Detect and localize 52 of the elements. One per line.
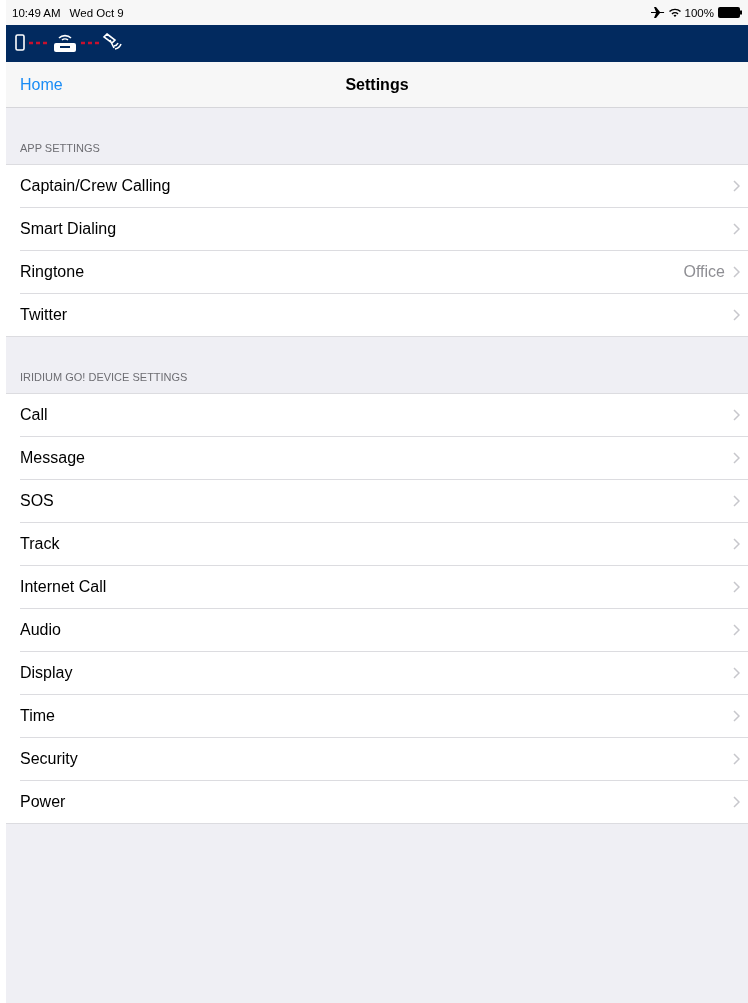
settings-row[interactable]: Power [20, 781, 748, 823]
settings-row[interactable]: Internet Call [20, 566, 748, 609]
settings-row[interactable]: Captain/Crew Calling [20, 165, 748, 208]
row-label: Internet Call [20, 578, 107, 596]
chevron-icon [733, 624, 740, 636]
settings-row[interactable]: Audio [20, 609, 748, 652]
row-label: Smart Dialing [20, 220, 117, 238]
chevron-icon [733, 180, 740, 192]
chevron-icon [733, 538, 740, 550]
settings-row[interactable]: Ringtone Office [20, 251, 748, 294]
page-title: Settings [345, 75, 409, 94]
row-value: Office [683, 263, 725, 281]
settings-row[interactable]: SOS [20, 480, 748, 523]
chevron-icon [733, 495, 740, 507]
chevron-icon [733, 266, 740, 278]
battery-percent: 100% [684, 6, 714, 19]
battery-icon [718, 7, 742, 18]
status-date: Wed Oct 9 [69, 6, 124, 19]
chevron-icon [733, 581, 740, 593]
row-label: Ringtone [20, 263, 85, 281]
row-label: Time [20, 707, 55, 725]
row-label: Track [20, 535, 60, 553]
settings-row[interactable]: Security [20, 738, 748, 781]
settings-row[interactable]: Time [20, 695, 748, 738]
settings-row[interactable]: Message [20, 437, 748, 480]
airplane-icon [650, 7, 665, 18]
wifi-icon [668, 8, 681, 17]
settings-row[interactable]: Display [20, 652, 748, 695]
row-label: SOS [20, 492, 54, 510]
chevron-icon [733, 667, 740, 679]
chevron-icon [733, 753, 740, 765]
status-time: 10:49 AM [12, 6, 61, 19]
settings-row[interactable]: Call [20, 394, 748, 437]
chevron-icon [733, 223, 740, 235]
chevron-icon [733, 796, 740, 808]
row-label: Twitter [20, 306, 68, 324]
chevron-icon [733, 409, 740, 421]
row-label: Display [20, 664, 73, 682]
settings-row[interactable]: Twitter [20, 294, 748, 336]
row-label: Captain/Crew Calling [20, 177, 171, 195]
chevron-icon [733, 452, 740, 464]
chevron-icon [733, 710, 740, 722]
row-label: Power [20, 793, 66, 811]
settings-row[interactable]: Track [20, 523, 748, 566]
row-label: Call [20, 406, 48, 424]
row-label: Message [20, 449, 85, 467]
settings-row[interactable]: Smart Dialing [20, 208, 748, 251]
section-header: APP SETTINGS [19, 141, 101, 156]
chevron-icon [733, 309, 740, 321]
row-label: Audio [20, 621, 61, 639]
section-header: IRIDIUM GO! DEVICE SETTINGS [19, 370, 189, 385]
row-label: Security [20, 750, 78, 768]
